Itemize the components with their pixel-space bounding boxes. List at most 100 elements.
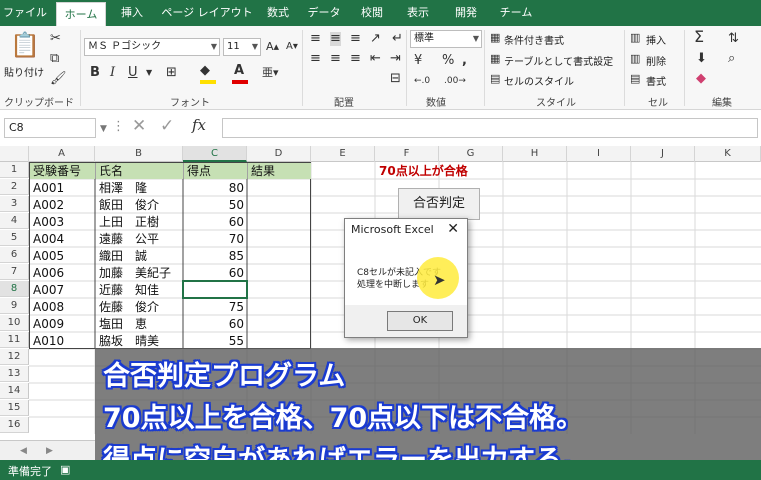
- row-header[interactable]: 3: [0, 196, 29, 212]
- wrap-text-icon[interactable]: ↵: [392, 32, 403, 46]
- table-cell[interactable]: A002: [30, 197, 95, 213]
- next-sheet-icon[interactable]: ▶: [46, 444, 53, 458]
- row-header[interactable]: 13: [0, 366, 29, 382]
- table-cell[interactable]: 佐藤 俊介: [96, 299, 183, 315]
- table-cell[interactable]: 織田 誠: [96, 248, 183, 264]
- table-cell[interactable]: 55: [184, 333, 247, 349]
- name-box[interactable]: C8: [4, 118, 96, 138]
- underline-button[interactable]: U: [128, 66, 138, 80]
- align-middle-icon[interactable]: ≡: [330, 32, 341, 46]
- formula-input[interactable]: [222, 118, 758, 138]
- row-header[interactable]: 7: [0, 264, 29, 280]
- row-header[interactable]: 11: [0, 332, 29, 348]
- italic-button[interactable]: I: [110, 66, 115, 80]
- tab-team[interactable]: チーム: [494, 0, 538, 26]
- align-left-icon[interactable]: ≡: [310, 52, 321, 66]
- row-header[interactable]: 6: [0, 247, 29, 263]
- cut-icon[interactable]: ✂: [50, 32, 61, 46]
- tab-file[interactable]: ファイル: [0, 0, 50, 26]
- table-cell[interactable]: A008: [30, 299, 95, 315]
- autosum-icon[interactable]: Σ: [694, 29, 704, 45]
- column-header[interactable]: C: [183, 146, 247, 162]
- dialog-close-button[interactable]: ✕: [447, 221, 459, 237]
- row-header[interactable]: 16: [0, 417, 29, 433]
- insert-function-button[interactable]: fx: [192, 118, 206, 133]
- merge-center-icon[interactable]: ⊟: [390, 72, 401, 86]
- row-header[interactable]: 14: [0, 383, 29, 399]
- fill-color-icon[interactable]: ◆: [200, 64, 210, 78]
- table-cell[interactable]: 塩田 恵: [96, 316, 183, 332]
- table-cell[interactable]: 50: [184, 197, 247, 213]
- table-cell[interactable]: 加藤 美紀子: [96, 265, 183, 281]
- table-cell[interactable]: 60: [184, 316, 247, 332]
- table-cell[interactable]: A001: [30, 180, 95, 196]
- row-header[interactable]: 2: [0, 179, 29, 195]
- table-cell[interactable]: A005: [30, 248, 95, 264]
- column-header[interactable]: F: [375, 146, 439, 162]
- table-header-cell[interactable]: 結果: [248, 163, 311, 179]
- table-cell[interactable]: 飯田 俊介: [96, 197, 183, 213]
- name-box-dropdown-icon[interactable]: ▼: [100, 122, 107, 136]
- bold-button[interactable]: B: [90, 66, 100, 80]
- font-size-combo[interactable]: 11 ▼: [223, 38, 261, 56]
- decrease-decimal-icon[interactable]: .00→: [444, 74, 466, 88]
- column-header[interactable]: G: [439, 146, 503, 162]
- sort-filter-icon[interactable]: ⇅: [728, 32, 739, 46]
- tab-insert[interactable]: 挿入: [112, 0, 152, 26]
- table-cell[interactable]: A010: [30, 333, 95, 349]
- format-as-table-button[interactable]: テーブルとして書式設定: [504, 53, 613, 68]
- tab-developer[interactable]: 開発: [446, 0, 486, 26]
- copy-icon[interactable]: ⧉: [50, 52, 59, 66]
- table-cell[interactable]: 近藤 知佳: [96, 282, 183, 298]
- active-cell-c8[interactable]: [184, 282, 247, 298]
- grow-font-icon[interactable]: A▴: [266, 40, 279, 54]
- row-header[interactable]: 5: [0, 230, 29, 246]
- table-cell[interactable]: A003: [30, 214, 95, 230]
- table-cell[interactable]: 60: [184, 265, 247, 281]
- tab-view[interactable]: 表示: [398, 0, 438, 26]
- table-cell[interactable]: 相澤 隆: [96, 180, 183, 196]
- format-cells-button[interactable]: 書式: [646, 73, 666, 88]
- tab-page-layout[interactable]: ページ レイアウト: [158, 0, 256, 26]
- column-header[interactable]: K: [695, 146, 761, 162]
- dropdown-arrow-icon[interactable]: ▼: [146, 66, 152, 80]
- accounting-format-icon[interactable]: ¥: [414, 54, 422, 68]
- column-header[interactable]: J: [631, 146, 695, 162]
- table-cell[interactable]: 脇坂 晴美: [96, 333, 183, 349]
- select-all-corner[interactable]: [0, 146, 29, 162]
- column-header[interactable]: H: [503, 146, 567, 162]
- format-painter-icon[interactable]: 🖌: [50, 72, 67, 86]
- table-header-cell[interactable]: 受験番号: [30, 163, 95, 179]
- table-cell[interactable]: 70: [184, 231, 247, 247]
- borders-icon[interactable]: ⊞: [166, 66, 177, 80]
- table-cell[interactable]: 80: [184, 180, 247, 196]
- table-header-cell[interactable]: 得点: [184, 163, 247, 179]
- table-cell[interactable]: A009: [30, 316, 95, 332]
- column-header[interactable]: B: [95, 146, 183, 162]
- table-cell[interactable]: A004: [30, 231, 95, 247]
- shrink-font-icon[interactable]: A▾: [286, 40, 298, 54]
- row-header[interactable]: 12: [0, 349, 29, 365]
- align-top-icon[interactable]: ≡: [310, 32, 321, 46]
- row-header[interactable]: 8: [0, 281, 29, 297]
- row-header[interactable]: 15: [0, 400, 29, 416]
- table-header-cell[interactable]: 氏名: [96, 163, 183, 179]
- row-header[interactable]: 9: [0, 298, 29, 314]
- paste-icon[interactable]: 📋: [10, 32, 40, 58]
- table-cell[interactable]: 上田 正樹: [96, 214, 183, 230]
- tab-home[interactable]: ホーム: [56, 2, 106, 26]
- macro-record-icon[interactable]: ▣: [60, 463, 70, 477]
- table-cell[interactable]: 遠藤 公平: [96, 231, 183, 247]
- align-bottom-icon[interactable]: ≡: [350, 32, 361, 46]
- tab-formulas[interactable]: 数式: [258, 0, 298, 26]
- clear-icon[interactable]: ◆: [696, 72, 706, 86]
- font-color-icon[interactable]: A: [234, 64, 244, 78]
- table-cell[interactable]: 85: [184, 248, 247, 264]
- conditional-format-button[interactable]: 条件付き書式: [504, 32, 564, 47]
- find-select-icon[interactable]: ⌕: [728, 52, 735, 66]
- column-header[interactable]: A: [29, 146, 95, 162]
- prev-sheet-icon[interactable]: ◀: [20, 444, 27, 458]
- fill-icon[interactable]: ⬇: [696, 52, 707, 66]
- tab-review[interactable]: 校閲: [352, 0, 392, 26]
- judge-button[interactable]: 合否判定: [398, 188, 480, 220]
